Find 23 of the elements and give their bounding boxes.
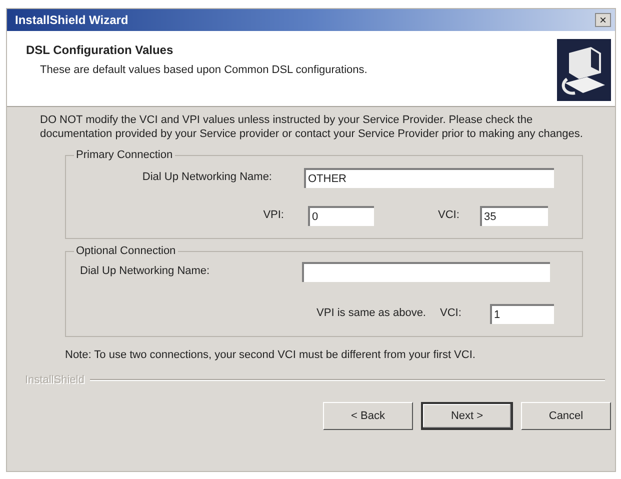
close-button[interactable]: ×	[595, 13, 611, 27]
window-title: InstallShield Wizard	[14, 12, 130, 29]
wizard-button[interactable]: Next >	[421, 402, 513, 430]
wizard-button[interactable]: < Back	[323, 402, 413, 430]
instruction-text: DO NOT modify the VCI and VPI values unless instructed by your Service Provider. Please check the documentation provided by your Service provider or contact your Service Provider prior to making any changes.	[40, 113, 584, 141]
field-label: VPI:	[262, 208, 284, 224]
input-field[interactable]: 0	[308, 206, 374, 226]
computer-icon	[557, 39, 611, 101]
input-field[interactable]: 1	[490, 304, 554, 324]
header-title: DSL Configuration Values	[26, 42, 174, 59]
input-field[interactable]	[302, 262, 550, 282]
group-legend: Optional Connection	[74, 243, 178, 260]
input-field[interactable]: OTHER	[304, 168, 554, 188]
field-label: VPI is same as above.	[316, 306, 426, 322]
note-text: Note: To use two connections, your second VCI must be different from your first VCI.	[65, 348, 476, 363]
wizard-button[interactable]: Cancel	[521, 402, 611, 430]
field-label: VCI:	[440, 306, 462, 322]
group-legend: Primary Connection	[74, 147, 175, 164]
field-label: Dial Up Networking Name:	[141, 170, 273, 186]
input-field[interactable]: 35	[480, 206, 548, 226]
header-subtitle: These are default values based upon Common DSL configurations.	[40, 63, 368, 78]
field-label: Dial Up Networking Name:	[80, 264, 211, 280]
field-label: VCI:	[438, 208, 460, 224]
